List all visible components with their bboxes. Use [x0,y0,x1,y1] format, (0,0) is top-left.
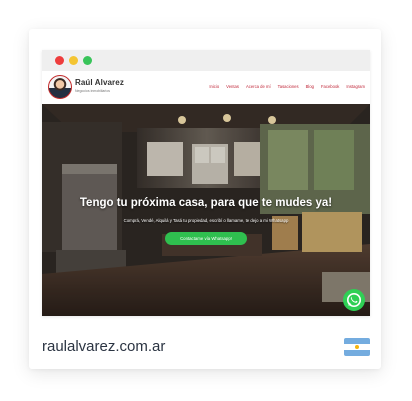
hero-overlay [42,104,370,316]
avatar[interactable] [48,75,72,99]
close-dot-icon[interactable] [55,56,64,65]
hero-subheadline: Comprá, Vendé, Alquilá y Tasá tu propied… [123,218,289,223]
maximize-dot-icon[interactable] [83,56,92,65]
nav-item-ventas[interactable]: Ventas [226,84,239,89]
whatsapp-icon[interactable] [343,289,365,311]
hero-section: Tengo tu próxima casa, para que te mudes… [42,104,370,316]
whatsapp-glyph-icon [347,293,361,307]
hero-headline: Tengo tu próxima casa, para que te mudes… [79,197,333,209]
nav-item-blog[interactable]: Blog [306,84,314,89]
brand-name[interactable]: Raúl Alvarez [75,78,124,87]
browser-window: Raúl Alvarez Negocios inmobiliarios Inic… [42,50,370,316]
whatsapp-contact-button[interactable]: Contactame vía Whatsapp! [165,232,247,245]
brand-tagline: Negocios inmobiliarios [75,89,111,93]
argentina-flag-icon [344,338,370,356]
nav-item-inicio[interactable]: Inicio [209,84,219,89]
site-domain: raulalvarez.com.ar [42,338,166,355]
site-header: Raúl Alvarez Negocios inmobiliarios Inic… [42,71,370,104]
nav-item-tasaciones[interactable]: Tasaciones [278,84,299,89]
window-titlebar [42,50,370,71]
nav-item-instagram[interactable]: Instagram [346,84,365,89]
minimize-dot-icon[interactable] [69,56,78,65]
main-nav: Inicio Ventas Acerca de mí Tasaciones Bl… [209,84,365,89]
nav-item-facebook[interactable]: Facebook [321,84,339,89]
sun-of-may-icon [355,345,359,349]
nav-item-acerca[interactable]: Acerca de mí [246,84,271,89]
